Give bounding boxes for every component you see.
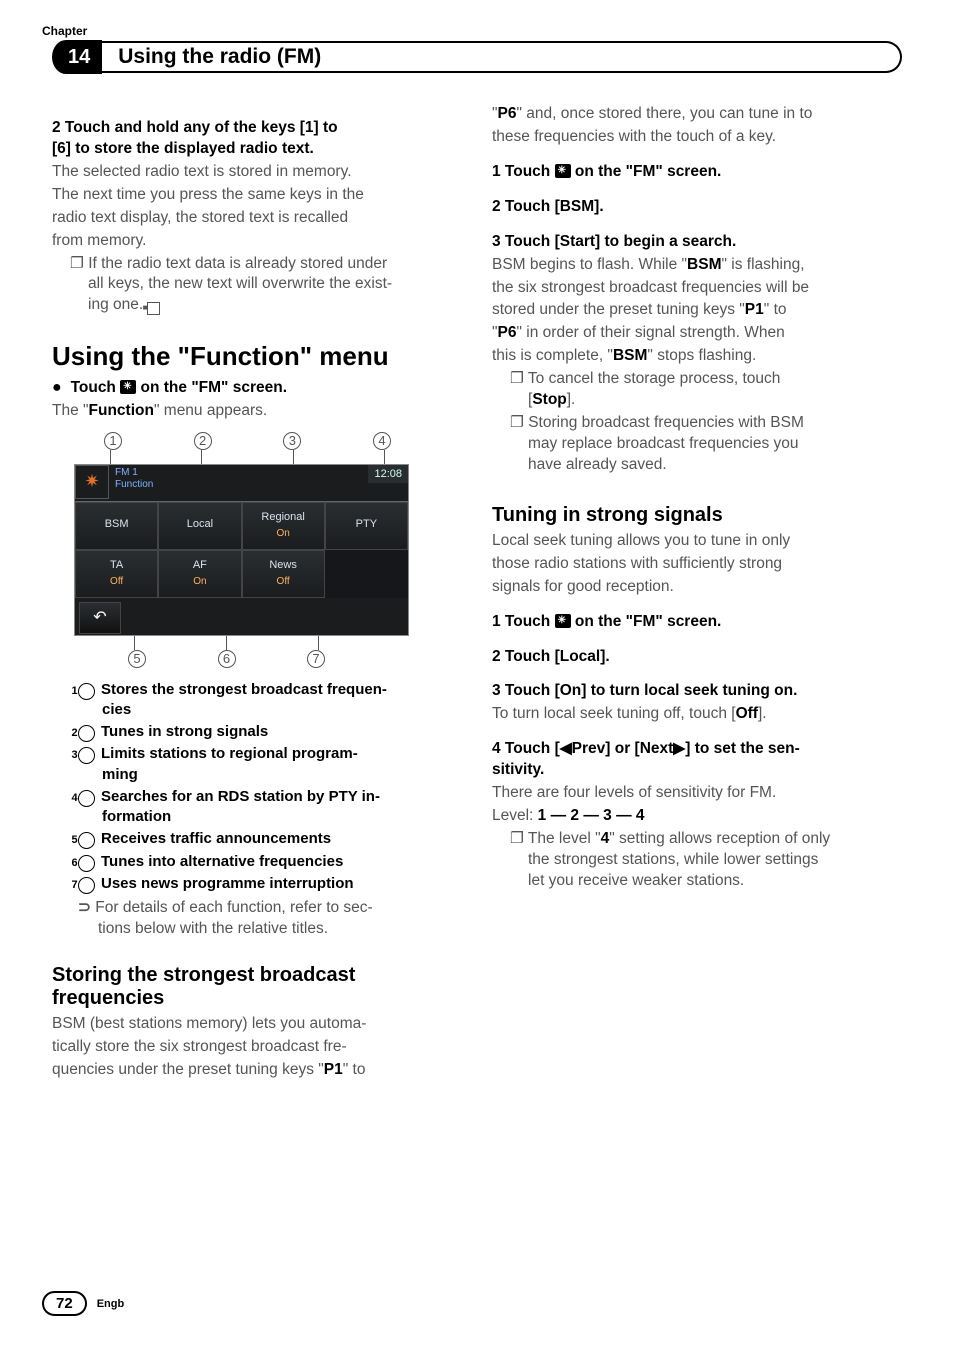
text: stored under the preset tuning keys "P1"…	[492, 300, 902, 321]
chapter-label: Chapter	[42, 24, 902, 38]
tuning-heading: Tuning in strong signals	[492, 504, 902, 527]
gear-icon	[555, 614, 571, 628]
screen-cell-bsm: BSM	[75, 502, 158, 550]
end-section-icon: ■	[147, 302, 160, 315]
text: The selected radio text is stored in mem…	[52, 162, 462, 183]
func-item-6: 6Tunes into alternative frequencies	[78, 852, 462, 872]
note-stop: To cancel the storage process, touch [St…	[492, 369, 902, 411]
text: [6] to store the displayed radio text.	[52, 140, 314, 157]
text: "P6" in order of their signal strength. …	[492, 323, 902, 344]
text: signals for good reception.	[492, 577, 902, 598]
note-level: The level "4" setting allows reception o…	[492, 829, 902, 892]
text: BSM (best stations memory) lets you auto…	[52, 1014, 462, 1035]
page-footer: 72 Engb	[42, 1291, 124, 1316]
func-item-5: 5Receives traffic announcements	[78, 829, 462, 849]
left-column: 2 Touch and hold any of the keys [1] to …	[52, 104, 462, 1083]
gear-icon	[120, 380, 136, 394]
text: from memory.	[52, 231, 462, 252]
left-step2-heading: 2 Touch and hold any of the keys [1] to …	[52, 118, 462, 160]
text: Local seek tuning allows you to tune in …	[492, 531, 902, 552]
callout-6: 6	[218, 650, 236, 668]
tuning-step4: 4 Touch [◀Prev] or [Next▶] to set the se…	[492, 739, 902, 781]
page-number: 72	[42, 1291, 87, 1316]
callout-7: 7	[307, 650, 325, 668]
screen-cell-regional: RegionalOn	[242, 502, 325, 550]
func-item-2: 2Tunes in strong signals	[78, 722, 462, 742]
text: "P6" and, once stored there, you can tun…	[492, 104, 902, 125]
screen-cell-empty	[325, 550, 408, 598]
right-step3: 3 Touch [Start] to begin a search.	[492, 232, 902, 253]
screen-title: FM 1Function	[109, 465, 159, 493]
callout-2: 2	[194, 432, 212, 450]
function-menu-heading: Using the "Function" menu	[52, 342, 462, 371]
bullet-icon: ●	[52, 379, 71, 396]
level-line: Level: 1 — 2 — 3 — 4	[492, 806, 902, 827]
text: ing one. ■	[88, 296, 160, 313]
text: The next time you press the same keys in…	[52, 185, 462, 206]
right-step2: 2 Touch [BSM].	[492, 197, 902, 218]
text: There are four levels of sensitivity for…	[492, 783, 902, 804]
device-screen: ✷ FM 1Function 12:08 BSM Local RegionalO…	[74, 464, 409, 636]
right-step1: 1 Touch on the "FM" screen.	[492, 162, 902, 183]
text: The "Function" menu appears.	[52, 401, 462, 422]
text: BSM begins to flash. While "BSM" is flas…	[492, 255, 902, 276]
screen-gear-icon: ✷	[75, 465, 109, 499]
callout-bottom: 5 6 7	[74, 650, 409, 668]
text: the six strongest broadcast frequencies …	[492, 278, 902, 299]
text: on the "FM" screen.	[136, 379, 287, 396]
text: those radio stations with sufficiently s…	[492, 554, 902, 575]
text: If the radio text data is already stored…	[88, 255, 387, 272]
text: radio text display, the stored text is r…	[52, 208, 462, 229]
text: these frequencies with the touch of a ke…	[492, 127, 902, 148]
function-bullet: ● Touch on the "FM" screen.	[52, 377, 462, 399]
note: If the radio text data is already stored…	[52, 254, 462, 317]
page-title: Using the radio (FM)	[102, 41, 902, 73]
text: quencies under the preset tuning keys "P…	[52, 1060, 462, 1081]
screen-cell-pty: PTY	[325, 502, 408, 550]
chapter-number-badge: 14	[52, 40, 102, 74]
screen-back-icon: ↶	[79, 602, 121, 634]
screen-cell-news: NewsOff	[242, 550, 325, 598]
right-column: "P6" and, once stored there, you can tun…	[492, 104, 902, 1083]
title-bar: 14 Using the radio (FM)	[52, 40, 902, 74]
function-item-list: 1Stores the strongest broadcast frequen-…	[78, 680, 462, 895]
text: tically store the six strongest broadcas…	[52, 1037, 462, 1058]
tuning-step2: 2 Touch [Local].	[492, 647, 902, 668]
tuning-step1: 1 Touch on the "FM" screen.	[492, 612, 902, 633]
callout-5: 5	[128, 650, 146, 668]
text: this is complete, "BSM" stops flashing.	[492, 346, 902, 367]
function-menu-screenshot: 1 2 3 4 ✷ FM 1Function 12:08 BSM	[74, 432, 409, 668]
func-item-3: 3Limits stations to regional program-min…	[78, 744, 462, 785]
screen-clock: 12:08	[368, 465, 408, 484]
screen-cell-ta: TAOff	[75, 550, 158, 598]
func-item-1: 1Stores the strongest broadcast frequen-…	[78, 680, 462, 721]
func-item-4: 4Searches for an RDS station by PTY in-f…	[78, 787, 462, 828]
text: Touch	[71, 379, 121, 396]
text: all keys, the new text will overwrite th…	[88, 275, 392, 292]
callout-4: 4	[373, 432, 391, 450]
screen-cell-local: Local	[158, 502, 241, 550]
callout-top: 1 2 3 4	[74, 432, 409, 450]
func-item-7: 7Uses news programme interruption	[78, 874, 462, 894]
bsm-heading: Storing the strongest broadcastfrequenci…	[52, 964, 462, 1010]
screen-cell-af: AFOn	[158, 550, 241, 598]
language-code: Engb	[97, 1298, 125, 1310]
text: To turn local seek tuning off, touch [Of…	[492, 704, 902, 725]
note-replace: Storing broadcast frequencies with BSM m…	[492, 413, 902, 476]
tuning-step3: 3 Touch [On] to turn local seek tuning o…	[492, 681, 902, 702]
gear-icon	[555, 164, 571, 178]
callout-3: 3	[283, 432, 301, 450]
text: 2 Touch and hold any of the keys [1] to	[52, 119, 338, 136]
cross-reference: For details of each function, refer to s…	[78, 898, 462, 940]
callout-1: 1	[104, 432, 122, 450]
